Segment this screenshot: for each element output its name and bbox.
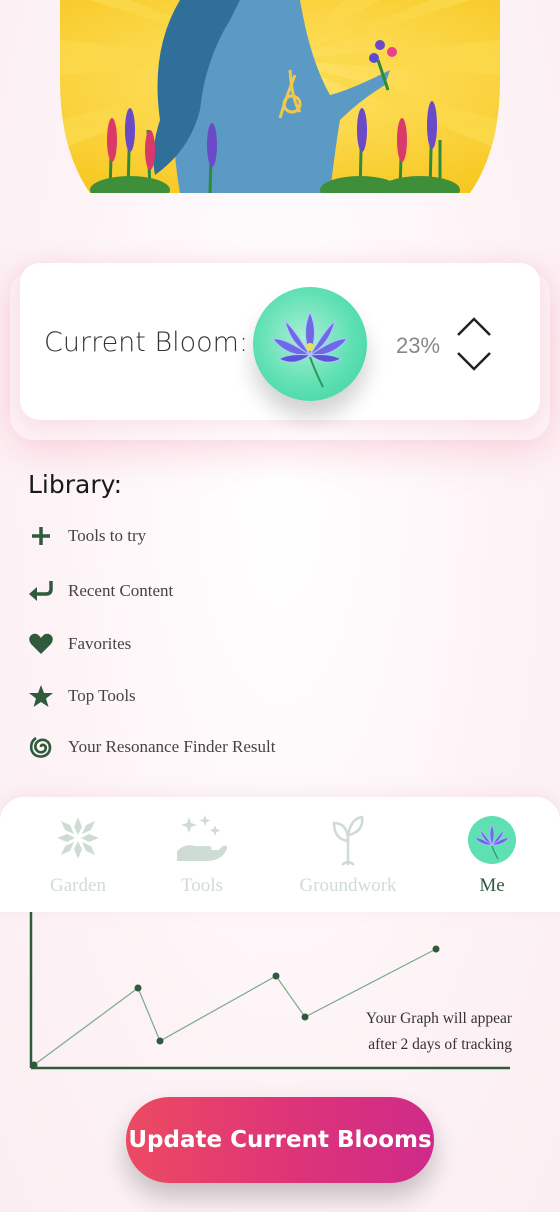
chevron-up-icon[interactable] xyxy=(454,313,494,339)
tab-tools[interactable]: Tools xyxy=(152,797,252,912)
library-item-resonance-finder[interactable]: Your Resonance Finder Result xyxy=(26,730,346,764)
graph-point xyxy=(30,1061,38,1069)
library-item-label: Tools to try xyxy=(68,526,147,545)
library-item-label: Top Tools xyxy=(68,686,136,705)
bloom-graph: Your Graph will appear after 2 days of t… xyxy=(0,912,560,1082)
graph-point xyxy=(301,1013,309,1021)
library-item-top-tools[interactable]: Top Tools xyxy=(26,679,346,713)
star-icon xyxy=(26,681,56,711)
tab-me[interactable]: Me xyxy=(452,797,532,912)
graph-note-line: after 2 days of tracking xyxy=(368,1036,512,1053)
library-item-label: Your Resonance Finder Result xyxy=(68,737,276,756)
graph-point xyxy=(432,945,440,953)
hero-illustration xyxy=(0,0,560,200)
bloom-stepper[interactable] xyxy=(454,313,494,379)
sprout-icon xyxy=(328,813,368,872)
current-bloom-card: Current Bloom: 23% xyxy=(20,263,540,420)
graph-note-line: Your Graph will appear xyxy=(365,1010,512,1027)
lotus-avatar-icon xyxy=(467,815,517,870)
tab-label: Me xyxy=(479,875,505,896)
profile-screen: Current Bloom: 23% Library: Tools to try… xyxy=(0,0,560,1212)
library-item-label: Recent Content xyxy=(68,581,174,600)
current-bloom-label: Current Bloom: xyxy=(44,327,249,358)
return-arrow-icon xyxy=(26,576,56,606)
plus-icon xyxy=(26,521,56,551)
bottom-tab-bar: Garden Tools Groundwork Me xyxy=(0,797,560,912)
tab-label: Tools xyxy=(181,875,223,896)
graph-point xyxy=(156,1037,164,1045)
tab-groundwork[interactable]: Groundwork xyxy=(278,797,418,912)
tab-garden[interactable]: Garden xyxy=(28,797,128,912)
graph-point xyxy=(134,984,142,992)
tab-label: Groundwork xyxy=(299,875,397,896)
spiral-icon xyxy=(26,732,56,762)
lotus-bloom-icon[interactable] xyxy=(253,287,367,401)
sparkle-hand-icon xyxy=(175,813,229,870)
garden-pattern-icon xyxy=(53,813,103,868)
library-item-favorites[interactable]: Favorites xyxy=(26,627,346,661)
update-current-blooms-button[interactable]: Update Current Blooms xyxy=(126,1097,434,1183)
heart-icon xyxy=(26,629,56,659)
library-item-recent-content[interactable]: Recent Content xyxy=(26,574,346,608)
tab-label: Garden xyxy=(50,875,106,896)
library-title: Library: xyxy=(28,470,123,499)
graph-point xyxy=(272,972,280,980)
library-item-label: Favorites xyxy=(68,634,132,653)
graph-empty-note: Your Graph will appear after 2 days of t… xyxy=(352,1006,512,1058)
bloom-percent: 23% xyxy=(396,333,441,358)
library-item-tools-to-try[interactable]: Tools to try xyxy=(26,519,346,553)
chevron-down-icon[interactable] xyxy=(454,349,494,375)
